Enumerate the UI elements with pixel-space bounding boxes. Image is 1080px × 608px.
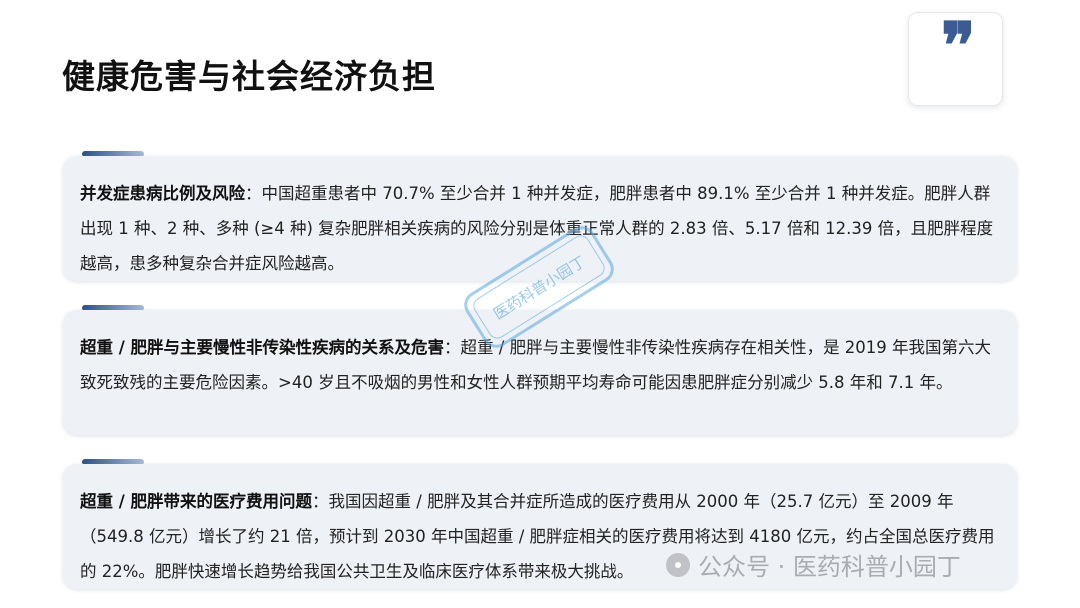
- watermark-text: 公众号 · 医药科普小园丁: [698, 553, 961, 581]
- section-text: 超重 / 肥胖与主要慢性非传染性疾病的关系及危害：超重 / 肥胖与主要慢性非传染…: [80, 330, 999, 400]
- section-card-chronic-disease: 超重 / 肥胖与主要慢性非传染性疾病的关系及危害：超重 / 肥胖与主要慢性非传染…: [63, 310, 1017, 435]
- page-title: 健康危害与社会经济负担: [62, 57, 436, 96]
- section-heading: 超重 / 肥胖与主要慢性非传染性疾病的关系及危害: [80, 338, 445, 357]
- quote-box: ❞: [908, 12, 1003, 106]
- wechat-icon: [666, 552, 690, 577]
- footer-watermark: 公众号 · 医药科普小园丁: [666, 547, 961, 582]
- section-heading: 超重 / 肥胖带来的医疗费用问题: [80, 492, 313, 511]
- section-heading: 并发症患病比例及风险: [80, 184, 245, 203]
- quote-icon: ❞: [941, 9, 976, 84]
